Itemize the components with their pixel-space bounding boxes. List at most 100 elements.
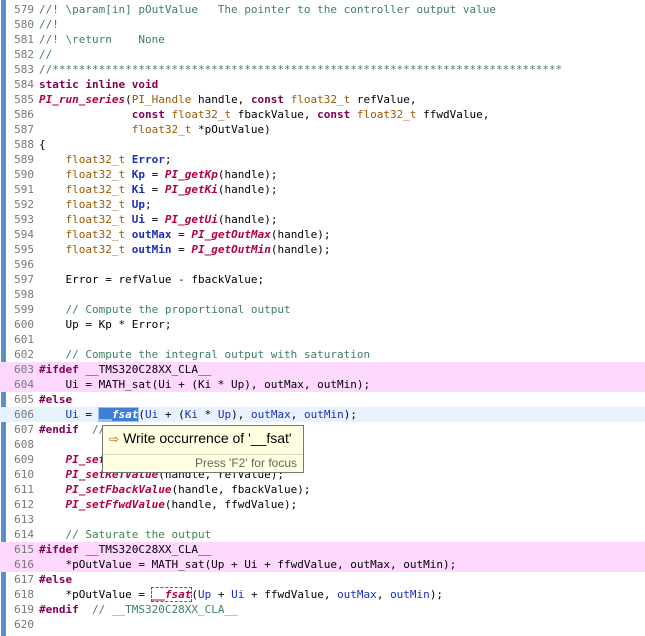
code-line[interactable]: 583 //***********************************… (0, 62, 645, 77)
code-line[interactable]: 588 { (0, 137, 645, 152)
occurrence-highlight: __fsat (97, 407, 140, 422)
line-code[interactable]: //! \param[in] pOutValue The pointer to … (39, 2, 496, 17)
code-line[interactable]: 610 PI_setRefValue(handle, refValue); (0, 467, 645, 482)
code-line[interactable]: 585 PI_run_series(PI_Handle handle, const… (0, 92, 645, 107)
code-line[interactable]: 612 PI_setFfwdValue(handle, ffwdValue); (0, 497, 645, 512)
code-line[interactable]: 595 float32_t outMin = PI_getOutMin(hand… (0, 242, 645, 257)
code-line[interactable]: 579 //! \param[in] pOutValue The pointer … (0, 2, 645, 17)
code-line[interactable]: 608 (0, 437, 645, 452)
code-line[interactable]: 586 const float32_t fbackValue, const fl… (0, 107, 645, 122)
code-line[interactable]: 587 float32_t *pOutValue) (0, 122, 645, 137)
code-line[interactable]: 594 float32_t outMax = PI_getOutMax(hand… (0, 227, 645, 242)
code-line[interactable]: 599 // Compute the proportional output (0, 302, 645, 317)
line-code[interactable]: Ui = MATH_sat(Ui + (Ki * Up), outMax, ou… (39, 377, 370, 392)
line-code[interactable]: //! \return None (39, 32, 165, 47)
line-code[interactable]: const float32_t fbackValue, const float3… (39, 107, 490, 122)
line-number: 579 (14, 3, 34, 16)
line-code[interactable]: PI_run_series(PI_Handle handle, const fl… (39, 92, 417, 107)
line-code[interactable]: PI_setFbackValue(handle, fbackValue); (39, 482, 311, 497)
code-editor[interactable]: 579 //! \param[in] pOutValue The pointer … (0, 0, 645, 636)
line-code[interactable]: float32_t outMin = PI_getOutMin(handle); (39, 242, 331, 257)
code-line[interactable]: 580 //! (0, 17, 645, 32)
code-line[interactable]: 603 #ifdef __TMS320C28XX_CLA__ (0, 362, 645, 377)
code-line[interactable]: 616 *pOutValue = MATH_sat(Up + Ui + ffwd… (0, 557, 645, 572)
code-line[interactable]: 593 float32_t Ui = PI_getUi(handle); (0, 212, 645, 227)
line-code[interactable]: //**************************************… (39, 62, 562, 77)
line-number: 593 (14, 213, 34, 226)
line-number: 581 (14, 33, 34, 46)
line-number: 603 (14, 363, 34, 376)
occurrence-tooltip[interactable]: ⇨ Write occurrence of '__fsat' Press 'F2'… (102, 425, 304, 473)
code-line[interactable]: 591 float32_t Ki = PI_getKi(handle); (0, 182, 645, 197)
line-code[interactable]: float32_t Error; (39, 152, 172, 167)
line-code[interactable]: { (39, 137, 46, 152)
line-number: 610 (14, 468, 34, 481)
line-code[interactable]: #endif // __TMS320C28XX_CLA__ (39, 602, 238, 617)
code-line[interactable]: 607#endif // __TMS320C28XX_CLA__ (0, 422, 645, 437)
line-number: 590 (14, 168, 34, 181)
line-number: 605 (14, 393, 34, 406)
line-number: 596 (14, 258, 34, 271)
code-line[interactable]: 615 #ifdef __TMS320C28XX_CLA__ (0, 542, 645, 557)
code-line[interactable]: 581 //! \return None (0, 32, 645, 47)
line-code[interactable]: *pOutValue = MATH_sat(Up + Ui + ffwdValu… (39, 557, 456, 572)
line-code[interactable]: // Compute the proportional output (39, 302, 291, 317)
code-line[interactable]: 602 // Compute the integral output with … (0, 347, 645, 362)
code-line[interactable]: 614 // Saturate the output (0, 527, 645, 542)
code-line[interactable]: 609 PI_setUi(handle, Ui); (0, 452, 645, 467)
line-code[interactable]: #ifdef __TMS320C28XX_CLA__ (39, 542, 211, 557)
code-line[interactable]: 618 *pOutValue = __fsat(Up + Ui + ffwdVa… (0, 587, 645, 602)
line-number: 599 (14, 303, 34, 316)
line-code[interactable]: PI_setFfwdValue(handle, ffwdValue); (39, 497, 298, 512)
code-line[interactable]: 606 Ui = __fsat(Ui + (Ki * Up), outMax, … (0, 407, 645, 422)
tooltip-hint: Press 'F2' for focus (195, 456, 297, 470)
line-number: 607 (14, 423, 34, 436)
line-code[interactable]: Up = Kp * Error; (39, 317, 171, 332)
code-line[interactable]: 584 static inline void (0, 77, 645, 92)
line-code[interactable]: // Compute the integral output with satu… (39, 347, 371, 362)
code-line[interactable]: 597 Error = refValue - fbackValue; (0, 272, 645, 287)
line-number: 582 (14, 48, 34, 61)
line-code[interactable]: float32_t Ki = PI_getKi(handle); (39, 182, 278, 197)
code-line[interactable]: 619 #endif // __TMS320C28XX_CLA__ (0, 602, 645, 617)
code-line[interactable]: 617 #else (0, 572, 645, 587)
line-number: 598 (14, 288, 34, 301)
code-line[interactable]: 598 (0, 287, 645, 302)
line-code[interactable]: #ifdef __TMS320C28XX_CLA__ (39, 362, 211, 377)
line-code[interactable]: #else (39, 392, 72, 407)
line-code[interactable]: // (39, 47, 52, 62)
tooltip-divider (103, 454, 303, 455)
code-line[interactable]: 604 Ui = MATH_sat(Ui + (Ki * Up), outMax… (0, 377, 645, 392)
line-code[interactable]: float32_t Up; (39, 197, 152, 212)
code-line[interactable]: 605 #else (0, 392, 645, 407)
line-code[interactable]: *pOutValue = __fsat(Up + Ui + ffwdValue,… (39, 587, 443, 602)
line-code[interactable]: static inline void (39, 77, 158, 92)
code-line[interactable]: 582 // (0, 47, 645, 62)
code-line[interactable]: 590 float32_t Kp = PI_getKp(handle); (0, 167, 645, 182)
occurrence-marker: __fsat (150, 587, 193, 602)
line-number: 606 (14, 408, 34, 421)
line-number: 614 (14, 528, 34, 541)
line-code[interactable]: float32_t Ui = PI_getUi(handle); (39, 212, 278, 227)
line-code[interactable]: float32_t outMax = PI_getOutMax(handle); (39, 227, 331, 242)
code-line[interactable]: 589 float32_t Error; (0, 152, 645, 167)
line-number: 591 (14, 183, 34, 196)
code-line[interactable]: 601 (0, 332, 645, 347)
line-number: 580 (14, 18, 34, 31)
line-code[interactable]: //! (39, 17, 59, 32)
line-number: 619 (14, 603, 34, 616)
line-code[interactable]: // Saturate the output (39, 527, 212, 542)
line-code[interactable]: #else (39, 572, 72, 587)
code-line[interactable]: 600 Up = Kp * Error; (0, 317, 645, 332)
line-number: 597 (14, 273, 34, 286)
code-line[interactable]: 613 (0, 512, 645, 527)
code-line[interactable]: 611 PI_setFbackValue(handle, fbackValue)… (0, 482, 645, 497)
line-code[interactable]: float32_t *pOutValue) (39, 122, 271, 137)
line-code[interactable]: Error = refValue - fbackValue; (39, 272, 264, 287)
code-line[interactable]: 592 float32_t Up; (0, 197, 645, 212)
line-number: 618 (14, 588, 34, 601)
code-line[interactable]: 596 (0, 257, 645, 272)
line-code[interactable]: float32_t Kp = PI_getKp(handle); (39, 167, 278, 182)
line-code[interactable]: Ui = __fsat(Ui + (Ki * Up), outMax, outM… (39, 407, 357, 422)
code-line[interactable]: 620 (0, 617, 645, 632)
